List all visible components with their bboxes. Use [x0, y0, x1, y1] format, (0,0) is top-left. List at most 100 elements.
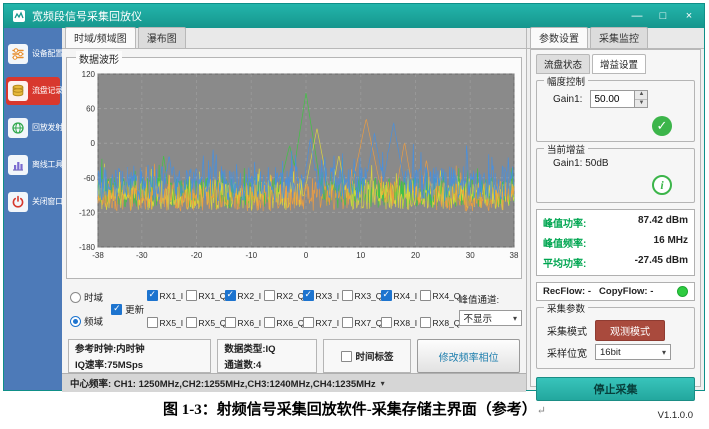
radio-freq-domain[interactable]: 频域 — [70, 314, 111, 328]
minimize-button[interactable]: — — [630, 10, 644, 22]
acquisition-info-row: 参考时钟:内时钟 IQ速率:75MSps 数据类型:IQ 通道数:4 时间标签 … — [68, 339, 520, 373]
right-panel: 参数设置 采集监控 流盘状态 增益设置 幅度控制 Gain1: — [526, 28, 704, 390]
radio-dot — [70, 292, 81, 303]
peak-channel-select[interactable]: 不显示 — [459, 310, 522, 326]
peak-freq-value: 16 MHz — [654, 235, 688, 250]
app-icon — [12, 9, 26, 23]
checkbox-rx5-q[interactable]: RX5_Q — [186, 317, 225, 328]
checkbox-box — [186, 290, 197, 301]
tab-time-freq-domain[interactable]: 时域/频域图 — [65, 27, 136, 48]
checkbox-update[interactable]: 更新 — [111, 302, 144, 316]
tab-waterfall[interactable]: 瀑布图 — [138, 27, 186, 48]
sidebar-item-offline-tools[interactable]: 离线工具 — [6, 151, 60, 179]
checkbox-rx4-i[interactable]: RX4_I — [381, 290, 420, 301]
stepper-up-icon[interactable]: ▲ — [635, 91, 647, 100]
checkbox-label: RX3_I — [316, 291, 340, 301]
checkbox-label: RX4_I — [394, 291, 418, 301]
capture-mode-label: 采集模式 — [547, 323, 587, 338]
subtab-gain-settings[interactable]: 增益设置 — [592, 54, 646, 74]
svg-text:-30: -30 — [136, 251, 148, 260]
apply-ok-check-icon[interactable] — [652, 116, 672, 136]
peak-power-row: 峰值功率: 87.42 dBm — [543, 215, 688, 230]
observe-mode-button[interactable]: 观测模式 — [595, 320, 665, 341]
checkbox-label: RX3_Q — [355, 291, 383, 301]
checkbox-label: RX5_I — [160, 318, 184, 328]
checkbox-rx1-i[interactable]: RX1_I — [147, 290, 186, 301]
sidebar-item-stream-record[interactable]: 流盘记录 — [6, 77, 60, 105]
svg-text:30: 30 — [466, 251, 475, 260]
checkbox-label: RX8_I — [394, 318, 418, 328]
checkbox-rx3-i[interactable]: RX3_I — [303, 290, 342, 301]
sample-bits-value: 16bit — [600, 347, 621, 358]
right-panel-body: 流盘状态 增益设置 幅度控制 Gain1: ▲ ▼ — [530, 49, 701, 387]
sidebar-item-label: 流盘记录 — [32, 87, 63, 96]
checkbox-box — [225, 290, 236, 301]
channel-row-2: RX5_I RX5_Q RX6_I RX6_Q RX7_I RX7_Q RX8_… — [147, 317, 459, 328]
channel-row-1: RX1_I RX1_Q RX2_I RX2_Q RX3_I RX3_Q RX4_… — [147, 290, 459, 301]
chevron-down-icon[interactable] — [381, 378, 385, 389]
checkbox-box — [186, 317, 197, 328]
flow-status-box: RecFlow: - CopyFlow: - — [536, 282, 695, 301]
tab-param-settings[interactable]: 参数设置 — [530, 27, 588, 48]
checkbox-rx8-q[interactable]: RX8_Q — [420, 317, 459, 328]
flow-status-dot-icon — [677, 286, 688, 297]
checkbox-rx7-q[interactable]: RX7_Q — [342, 317, 381, 328]
sidebar-item-device-config[interactable]: 设备配置 — [6, 40, 60, 68]
checkbox-rx2-i[interactable]: RX2_I — [225, 290, 264, 301]
gain1-label: Gain1: — [553, 94, 582, 105]
subtab-stream-status[interactable]: 流盘状态 — [536, 54, 590, 74]
checkbox-label: RX2_Q — [277, 291, 305, 301]
info-icon[interactable] — [652, 175, 672, 195]
checkbox-label: RX4_Q — [433, 291, 461, 301]
radio-label: 频域 — [84, 314, 103, 328]
checkbox-rx5-i[interactable]: RX5_I — [147, 317, 186, 328]
time-tag-label: 时间标签 — [356, 349, 394, 363]
checkbox-rx1-q[interactable]: RX1_Q — [186, 290, 225, 301]
checkbox-rx6-q[interactable]: RX6_Q — [264, 317, 303, 328]
sidebar-item-close-window[interactable]: 关闭窗口 — [6, 188, 60, 216]
spectrum-chart[interactable]: 120600-60-120-180-38-30-20-10010203038 — [68, 69, 520, 261]
data-type-text: 数据类型:IQ — [224, 341, 310, 355]
caption-text: 图 1-3：射频信号采集回放软件-采集存储主界面（参考） — [163, 402, 537, 418]
checkbox-label: RX7_I — [316, 318, 340, 328]
waveform-groupbox: 数据波形 120600-60-120-180-38-30-20-10010203… — [66, 57, 522, 279]
svg-text:60: 60 — [86, 105, 95, 114]
checkbox-rx4-q[interactable]: RX4_Q — [420, 290, 459, 301]
checkbox-rx3-q[interactable]: RX3_Q — [342, 290, 381, 301]
svg-text:-60: -60 — [83, 174, 95, 183]
gain1-input[interactable] — [591, 91, 634, 107]
channel-count-text: 通道数:4 — [224, 357, 310, 371]
svg-text:0: 0 — [91, 139, 96, 148]
window-body: 设备配置 流盘记录 回放发射 — [4, 28, 704, 390]
checkbox-box — [303, 317, 314, 328]
checkbox-rx6-i[interactable]: RX6_I — [225, 317, 264, 328]
modify-freq-phase-button[interactable]: 修改频率相位 — [417, 339, 520, 373]
stepper-down-icon[interactable]: ▼ — [635, 100, 647, 108]
power-icon — [8, 192, 28, 212]
checkbox-label: RX6_Q — [277, 318, 305, 328]
sample-bits-select[interactable]: 16bit — [595, 344, 671, 360]
checkbox-box — [342, 290, 353, 301]
checkbox-rx7-i[interactable]: RX7_I — [303, 317, 342, 328]
checkbox-rx8-i[interactable]: RX8_I — [381, 317, 420, 328]
checkbox-box — [381, 317, 392, 328]
checkbox-box — [420, 317, 431, 328]
sidebar-item-playback-transmit[interactable]: 回放发射 — [6, 114, 60, 142]
checkbox-box — [303, 290, 314, 301]
current-gain-title: 当前增益 — [544, 142, 588, 156]
window-controls: — □ × — [630, 10, 696, 22]
sidebar-item-label: 关闭窗口 — [32, 198, 63, 207]
tab-capture-monitor[interactable]: 采集监控 — [590, 27, 648, 48]
right-subtabs: 流盘状态 增益设置 — [536, 54, 695, 74]
peak-power-value: 87.42 dBm — [638, 215, 688, 230]
right-tabstrip: 参数设置 采集监控 — [527, 28, 704, 49]
maximize-button[interactable]: □ — [656, 10, 670, 22]
radio-time-domain[interactable]: 时域 — [70, 290, 111, 304]
time-tag-box[interactable]: 时间标签 — [323, 339, 411, 373]
close-button[interactable]: × — [682, 10, 696, 22]
checkbox-rx2-q[interactable]: RX2_Q — [264, 290, 303, 301]
window-title: 宽频段信号采集回放仪 — [32, 8, 142, 24]
data-info-box: 数据类型:IQ 通道数:4 — [217, 339, 317, 373]
svg-text:0: 0 — [304, 251, 309, 260]
svg-text:38: 38 — [510, 251, 519, 260]
